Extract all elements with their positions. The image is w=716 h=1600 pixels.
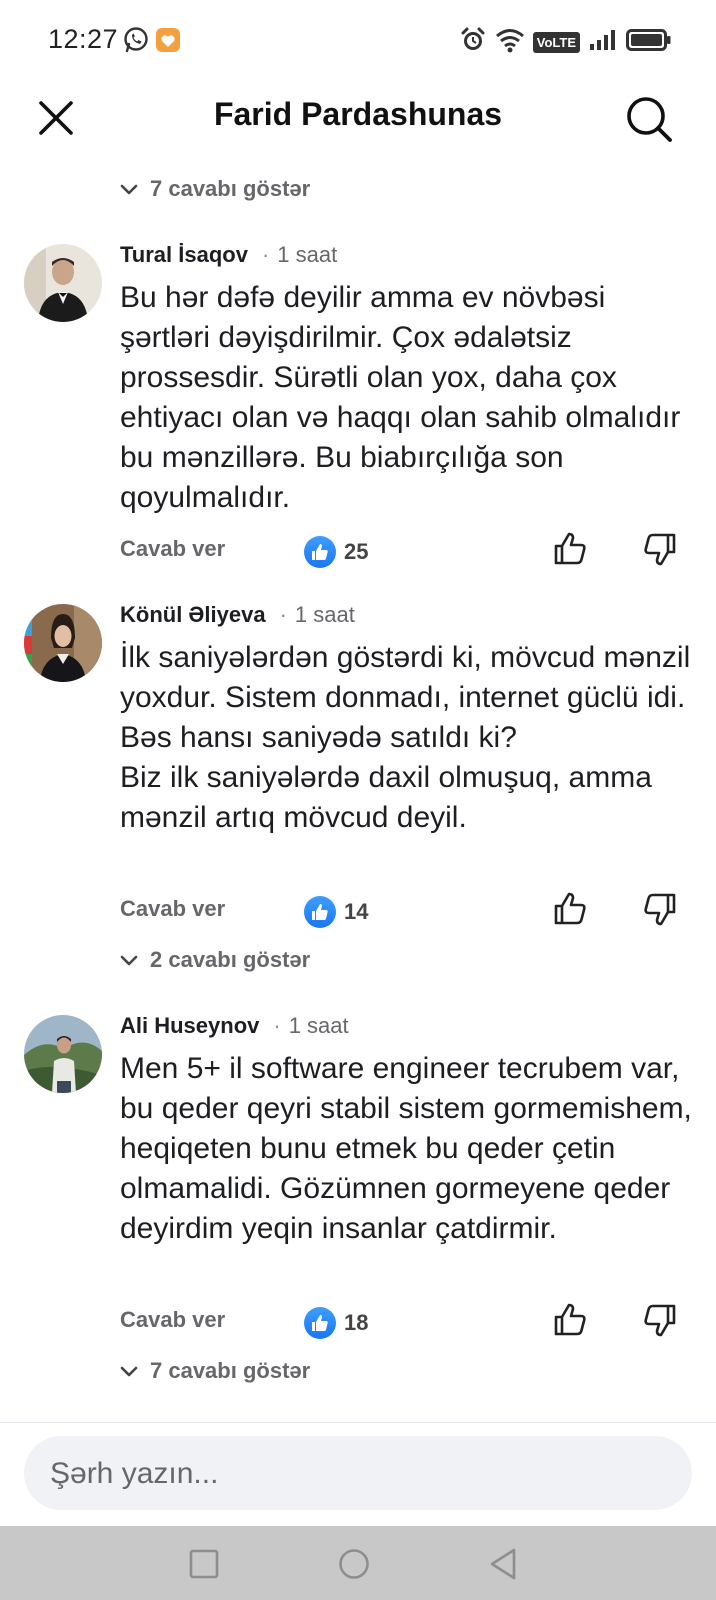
comment-input[interactable]	[48, 1436, 652, 1512]
status-time: 12:27	[48, 24, 119, 54]
status-bar: 12:27 VoLTE	[0, 0, 716, 82]
whatsapp-icon	[122, 26, 150, 59]
app-notification-icon	[154, 26, 182, 59]
like-summary[interactable]: 18	[304, 1307, 368, 1339]
like-badge-icon	[304, 896, 336, 928]
thumbs-down-icon[interactable]	[640, 1301, 678, 1339]
comment-time: 1 saat	[294, 602, 355, 627]
thumbs-up-icon[interactable]	[552, 890, 590, 928]
show-replies-label: 7 cavabı göstər	[150, 176, 311, 201]
chevron-down-icon	[120, 955, 138, 966]
comment-actions: Cavab ver 18	[120, 1303, 686, 1347]
like-badge-icon	[304, 1307, 336, 1339]
comment-text: Bu hər dəfə deyilir amma ev növbəsi şərt…	[120, 281, 681, 514]
thumbs-down-icon[interactable]	[640, 530, 678, 568]
comment-composer	[24, 1436, 692, 1512]
show-replies-label: 2 cavabı göstər	[150, 947, 311, 972]
thumbs-down-icon[interactable]	[640, 890, 678, 928]
reply-button[interactable]: Cavab ver	[120, 896, 225, 922]
avatar[interactable]	[24, 244, 102, 322]
signal-icon	[588, 28, 618, 57]
page-title: Farid Pardashunas	[213, 96, 503, 132]
header-bar: Farid Pardashunas	[0, 82, 716, 182]
comments-screen: 12:27 VoLTE Farid Pardashunas 7 cavabı g…	[0, 0, 716, 1600]
wifi-icon	[495, 27, 525, 58]
like-count: 14	[344, 899, 369, 924]
avatar[interactable]	[24, 604, 102, 682]
comment-author[interactable]: Könül Əliyeva	[120, 602, 266, 628]
show-replies-button[interactable]: 7 cavabı göstər	[118, 1358, 310, 1384]
comment-actions: Cavab ver 25	[120, 532, 686, 576]
comment-time: 1 saat	[288, 1013, 349, 1038]
reply-button[interactable]: Cavab ver	[120, 536, 225, 562]
comment-text: İlk saniyələrdən göstərdi ki, mövcud mən…	[120, 641, 691, 834]
comment-author[interactable]: Ali Huseynov	[120, 1013, 259, 1039]
search-icon[interactable]	[624, 94, 674, 144]
show-replies-button[interactable]: 7 cavabı göstər	[118, 176, 310, 202]
recent-apps-icon[interactable]	[186, 1546, 222, 1582]
like-count: 25	[344, 539, 369, 564]
volte-icon: VoLTE	[532, 32, 580, 53]
comment-actions: Cavab ver 14	[120, 892, 686, 936]
system-nav-bar	[0, 1526, 716, 1600]
chevron-down-icon	[120, 1366, 138, 1377]
like-summary[interactable]: 25	[304, 536, 368, 568]
like-count: 18	[344, 1310, 369, 1335]
alarm-icon	[459, 26, 487, 59]
home-icon[interactable]	[336, 1546, 372, 1582]
back-icon[interactable]	[486, 1546, 522, 1582]
reply-button[interactable]: Cavab ver	[120, 1307, 225, 1333]
avatar[interactable]	[24, 1015, 102, 1093]
thumbs-up-icon[interactable]	[552, 530, 590, 568]
battery-icon	[626, 28, 672, 57]
like-badge-icon	[304, 536, 336, 568]
like-summary[interactable]: 14	[304, 896, 368, 928]
show-replies-button[interactable]: 2 cavabı göstər	[118, 947, 310, 973]
comment-author[interactable]: Tural İsaqov	[120, 242, 248, 268]
thumbs-up-icon[interactable]	[552, 1301, 590, 1339]
show-replies-label: 7 cavabı göstər	[150, 1358, 311, 1383]
comment-text: Men 5+ il software engineer tecrubem var…	[120, 1052, 692, 1245]
comment-time: 1 saat	[277, 242, 338, 267]
chevron-down-icon	[120, 184, 138, 195]
divider	[0, 1422, 716, 1423]
